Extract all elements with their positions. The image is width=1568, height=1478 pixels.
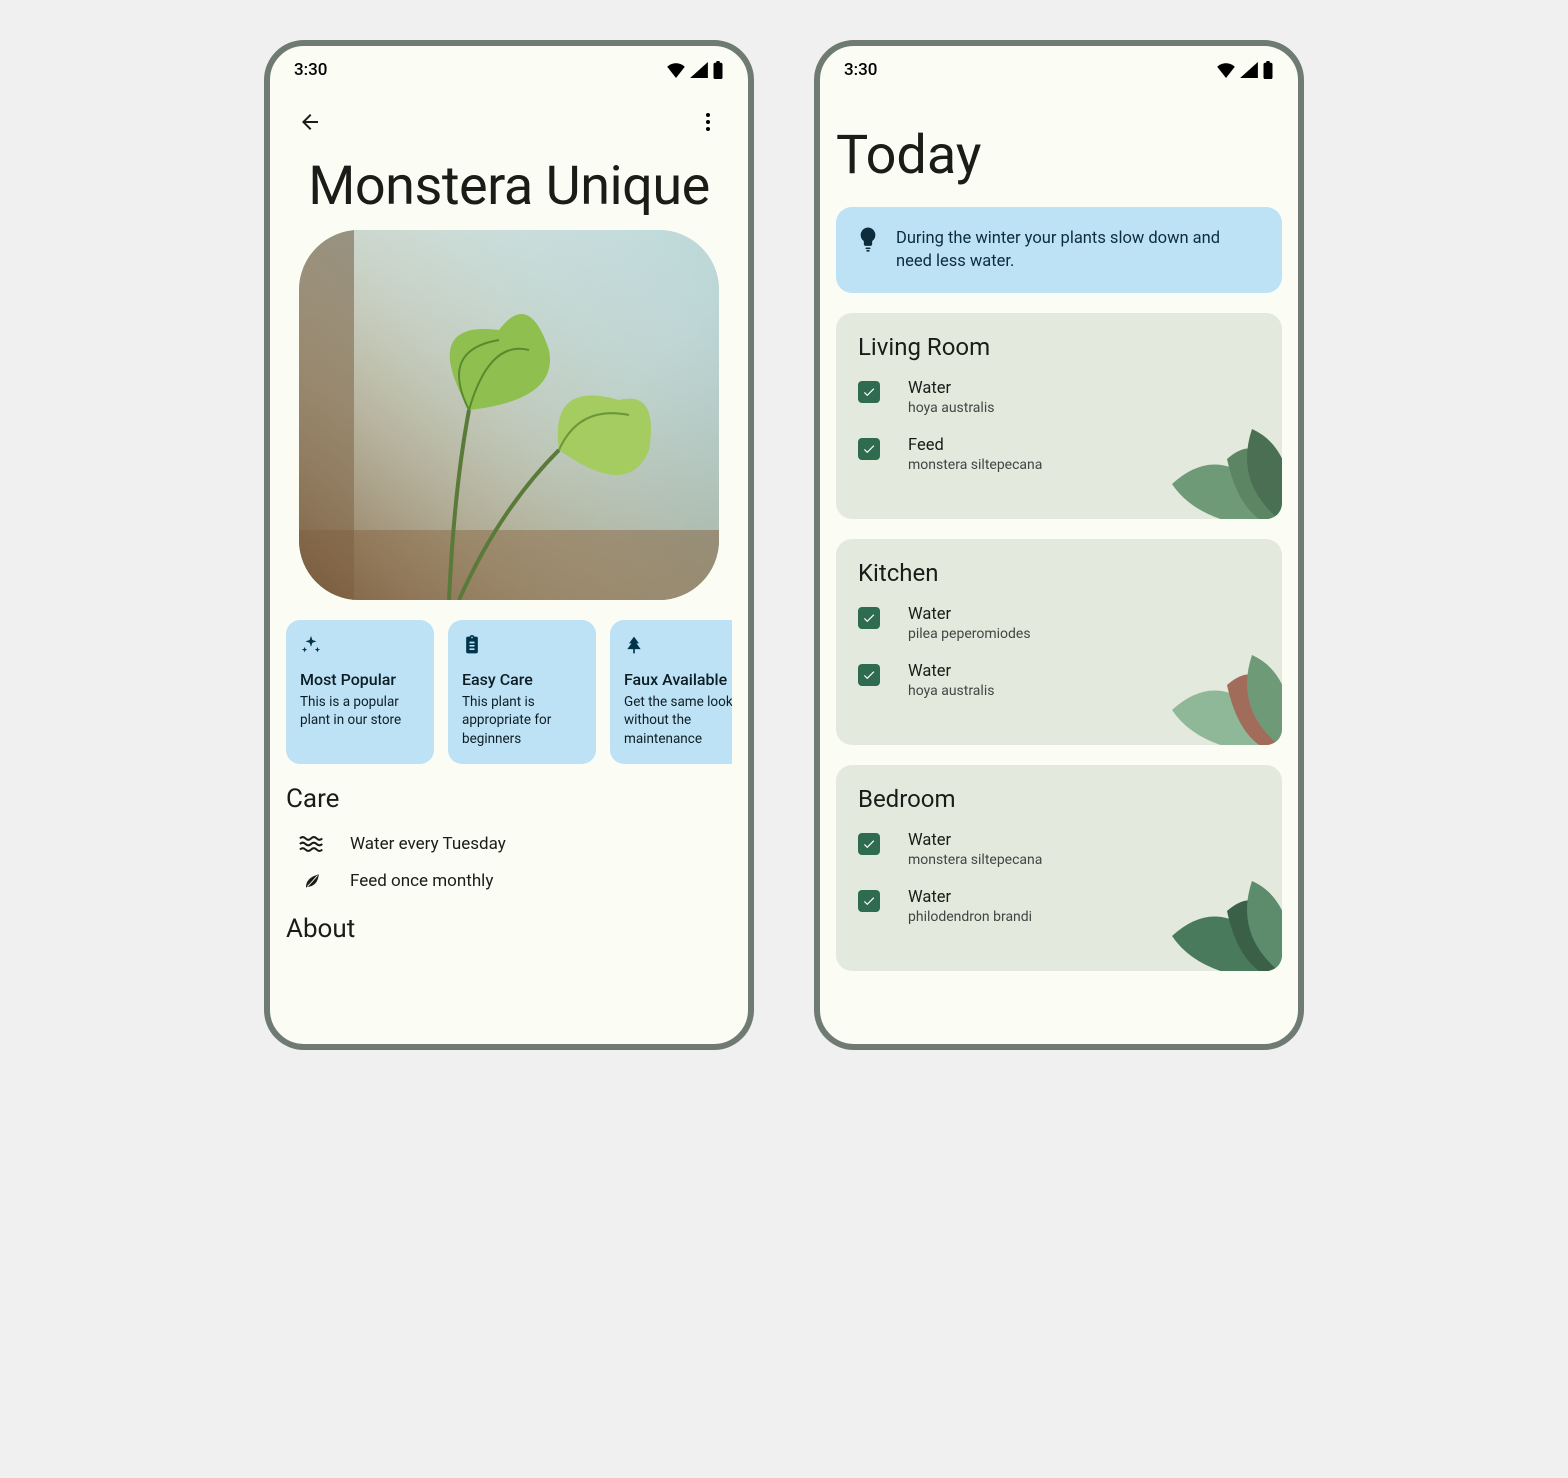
wifi-icon — [1216, 62, 1236, 78]
plant-photo — [299, 230, 719, 600]
clipboard-icon — [462, 634, 582, 660]
task-row[interactable]: Feed monstera siltepecana — [858, 436, 1260, 473]
task-action: Feed — [908, 436, 1042, 455]
task-plant: monstera siltepecana — [908, 852, 1042, 868]
chip-title: Most Popular — [300, 670, 420, 689]
task-row[interactable]: Water hoya australis — [858, 662, 1260, 699]
room-card[interactable]: Kitchen Water pilea peperomiodes Water h… — [836, 539, 1282, 745]
task-checkbox[interactable] — [858, 381, 880, 403]
battery-icon — [712, 61, 724, 79]
water-icon — [298, 835, 326, 853]
task-plant: philodendron brandi — [908, 909, 1032, 925]
status-icons — [666, 61, 724, 79]
tip-text: During the winter your plants slow down … — [896, 227, 1260, 273]
chip-title: Faux Available — [624, 670, 732, 689]
chip-desc: This is a popular plant in our store — [300, 693, 420, 729]
task-checkbox[interactable] — [858, 438, 880, 460]
phone-detail: 3:30 Monstera Unique — [264, 40, 754, 1050]
rooms-list: Living Room Water hoya australis Feed mo… — [820, 313, 1298, 991]
task-action: Water — [908, 379, 994, 398]
sparkle-icon — [300, 634, 420, 660]
task-row[interactable]: Water hoya australis — [858, 379, 1260, 416]
chip-faux[interactable]: Faux Available Get the same look without… — [610, 620, 732, 764]
plant-title: Monstera Unique — [286, 156, 732, 218]
info-chips[interactable]: Most Popular This is a popular plant in … — [286, 620, 732, 764]
room-card[interactable]: Bedroom Water monstera siltepecana Water… — [836, 765, 1282, 971]
task-row[interactable]: Water pilea peperomiodes — [858, 605, 1260, 642]
battery-icon — [1262, 61, 1274, 79]
chip-desc: Get the same look without the maintenanc… — [624, 693, 732, 748]
about-heading: About — [286, 914, 732, 944]
back-button[interactable] — [290, 102, 330, 142]
arrow-back-icon — [298, 110, 322, 134]
status-icons — [1216, 61, 1274, 79]
task-checkbox[interactable] — [858, 664, 880, 686]
task-row[interactable]: Water philodendron brandi — [858, 888, 1260, 925]
task-plant: pilea peperomiodes — [908, 626, 1031, 642]
task-checkbox[interactable] — [858, 890, 880, 912]
status-bar: 3:30 — [270, 46, 748, 94]
status-bar: 3:30 — [820, 46, 1298, 94]
care-text: Water every Tuesday — [350, 834, 506, 854]
signal-icon — [690, 62, 708, 78]
overflow-button[interactable] — [688, 102, 728, 142]
signal-icon — [1240, 62, 1258, 78]
care-text: Feed once monthly — [350, 871, 493, 891]
room-name: Kitchen — [858, 559, 1260, 587]
status-time: 3:30 — [844, 60, 877, 80]
task-checkbox[interactable] — [858, 607, 880, 629]
chip-easy-care[interactable]: Easy Care This plant is appropriate for … — [448, 620, 596, 764]
topbar — [270, 94, 748, 150]
detail-content: Monstera Unique — [270, 150, 748, 1044]
care-water: Water every Tuesday — [286, 826, 732, 862]
task-action: Water — [908, 888, 1032, 907]
task-row[interactable]: Water monstera siltepecana — [858, 831, 1260, 868]
care-heading: Care — [286, 784, 732, 814]
care-feed: Feed once monthly — [286, 862, 732, 900]
status-time: 3:30 — [294, 60, 327, 80]
task-plant: hoya australis — [908, 400, 994, 416]
phone-today: 3:30 Today During the winter your plants… — [814, 40, 1304, 1050]
room-name: Bedroom — [858, 785, 1260, 813]
task-action: Water — [908, 605, 1031, 624]
room-card[interactable]: Living Room Water hoya australis Feed mo… — [836, 313, 1282, 519]
room-name: Living Room — [858, 333, 1260, 361]
chip-desc: This plant is appropriate for beginners — [462, 693, 582, 748]
lightbulb-icon — [858, 227, 878, 257]
wifi-icon — [666, 62, 686, 78]
task-plant: hoya australis — [908, 683, 994, 699]
task-action: Water — [908, 831, 1042, 850]
tree-icon — [624, 634, 732, 660]
leaf-icon — [298, 870, 326, 892]
today-title: Today — [820, 94, 1298, 207]
chip-most-popular[interactable]: Most Popular This is a popular plant in … — [286, 620, 434, 764]
task-plant: monstera siltepecana — [908, 457, 1042, 473]
more-vert-icon — [696, 110, 720, 134]
tip-card[interactable]: During the winter your plants slow down … — [836, 207, 1282, 293]
task-action: Water — [908, 662, 994, 681]
task-checkbox[interactable] — [858, 833, 880, 855]
chip-title: Easy Care — [462, 670, 582, 689]
